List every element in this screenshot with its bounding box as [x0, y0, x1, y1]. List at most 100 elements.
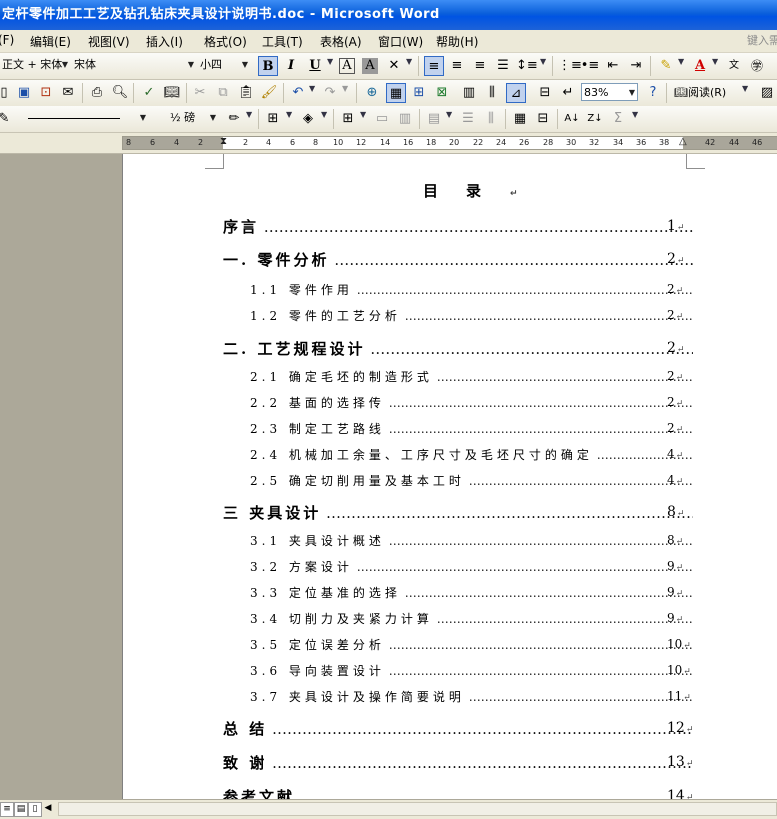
menu-table[interactable]: 表格(A) — [320, 33, 362, 50]
style-combo[interactable]: 正文 + 宋体 ▼ — [0, 56, 70, 74]
toc-entry[interactable]: 3.3 定位基准的选择 …………………………………………………………………………… — [250, 584, 693, 601]
toc-entry[interactable]: 1.1 零件作用 …………………………………………………………………………………… — [250, 281, 693, 298]
paragraph-mark-icon[interactable]: ↵ — [558, 83, 578, 103]
autosum-icon[interactable]: Σ — [608, 109, 628, 129]
permission-icon[interactable]: ⊡ — [36, 83, 56, 103]
align-right-icon[interactable]: ≡ — [470, 56, 490, 76]
draw-table-icon[interactable]: ✎ — [0, 109, 14, 129]
chevron-down-icon[interactable]: ▼ — [712, 57, 718, 66]
distributed-icon[interactable]: ☰ — [493, 56, 513, 76]
chevron-down-icon[interactable]: ▼ — [321, 110, 327, 119]
new-doc-icon[interactable]: ▯ — [0, 83, 14, 103]
chevron-down-icon[interactable]: ▼ — [678, 57, 684, 66]
asian-layout-icon[interactable]: ✕ — [384, 56, 404, 76]
chevron-down-icon[interactable]: ▼ — [342, 84, 348, 93]
menu-window[interactable]: 窗口(W) — [378, 33, 423, 50]
horizontal-scrollbar[interactable] — [58, 802, 777, 816]
font-combo[interactable]: 宋体 ▼ — [72, 56, 196, 74]
type-question-box[interactable]: 键入需 — [747, 32, 777, 48]
shading-color-icon[interactable]: ◈ — [298, 109, 318, 129]
toc-entry[interactable]: 2.3 制定工艺路线 ……………………………………………………………………………… — [250, 420, 693, 437]
save-icon[interactable]: ▣ — [14, 83, 34, 103]
chevron-down-icon[interactable]: ▼ — [632, 110, 638, 119]
line-weight-combo[interactable]: ½ 磅 ▼ — [168, 109, 218, 127]
toc-entry[interactable]: 致 谢 ………………………………………………………………………………………………… — [223, 752, 693, 773]
split-cells-icon[interactable]: ▥ — [395, 109, 415, 129]
toc-entry[interactable]: 3.5 定位误差分析 ……………………………………………………………………………… — [250, 636, 693, 653]
menu-file[interactable]: (F) — [0, 33, 14, 47]
menu-edit[interactable]: 编辑(E) — [30, 33, 71, 50]
chevron-down-icon[interactable]: ▼ — [246, 110, 252, 119]
border-color-icon[interactable]: ✏ — [224, 109, 244, 129]
italic-button[interactable]: I — [281, 56, 301, 76]
toc-entry[interactable]: 二. 工艺规程设计 ………………………………………………………………………………… — [223, 338, 693, 359]
toc-entry[interactable]: 3.1 夹具设计概述 ……………………………………………………………………………… — [250, 532, 693, 549]
paste-icon[interactable]: 📋︎ — [236, 83, 256, 103]
email-icon[interactable]: ✉ — [58, 83, 78, 103]
highlight-icon[interactable]: ✎ — [656, 56, 676, 76]
read-button[interactable]: 📖︎阅读(R) — [672, 83, 734, 103]
toc-entry[interactable]: 1.2 零件的工艺分析 …………………………………………………………………………… — [250, 307, 693, 324]
character-shading-icon[interactable]: A — [362, 58, 378, 74]
toc-entry[interactable]: 2.1 确定毛坯的制造形式 ……………………………………………………………………… — [250, 368, 693, 385]
chevron-down-icon[interactable]: ▼ — [327, 57, 333, 66]
indent-marker-icon[interactable]: ⧗ — [220, 136, 227, 148]
insert-table-icon[interactable]: ⊞ — [338, 109, 358, 129]
numbering-icon[interactable]: ⋮≡ — [558, 56, 582, 76]
web-view-icon[interactable]: ▤ — [14, 802, 28, 817]
toc-entry[interactable]: 2.2 基面的选择传 ……………………………………………………………………………… — [250, 394, 693, 411]
chevron-down-icon[interactable]: ▼ — [446, 110, 452, 119]
chevron-down-icon[interactable]: ▼ — [309, 84, 315, 93]
zoom-combo[interactable]: 83% ▼ — [581, 83, 638, 101]
toc-entry[interactable]: 3.6 导向装置设计 ……………………………………………………………………………… — [250, 662, 693, 679]
toc-entry[interactable]: 2.5 确定切削用量及基本工时 ………………………………………………………………… — [250, 472, 693, 489]
chevron-down-icon[interactable]: ▼ — [406, 57, 412, 66]
horizontal-ruler[interactable]: 8 6 4 2 ⧗ 2 4 6 8 10 12 14 16 18 20 22 2… — [0, 133, 777, 154]
enclose-characters-icon[interactable]: ㊫ — [747, 56, 767, 76]
decrease-indent-icon[interactable]: ⇤ — [603, 56, 623, 76]
scroll-left-icon[interactable]: ◀ — [42, 802, 54, 815]
toc-entry[interactable]: 3.2 方案设计 …………………………………………………………………………………… — [250, 558, 693, 575]
menu-insert[interactable]: 插入(I) — [146, 33, 183, 50]
bullets-icon[interactable]: •≡ — [580, 56, 600, 76]
align-cell-icon[interactable]: ▤ — [424, 109, 444, 129]
font-size-combo[interactable]: 小四 ▼ — [198, 56, 250, 74]
chevron-down-icon[interactable]: ▼ — [360, 110, 366, 119]
document-page[interactable]: 目录↵ 序言 ………………………………………………………………………………………… — [122, 154, 777, 806]
research-icon[interactable]: 📖︎ — [162, 83, 182, 103]
copy-icon[interactable]: ⧉ — [213, 83, 233, 103]
show-hide-icon[interactable]: ⊟ — [535, 83, 555, 103]
phonetic-guide-icon[interactable]: 文 — [724, 56, 744, 76]
outside-border-icon[interactable]: ⊞ — [263, 109, 283, 129]
autofit-icon[interactable]: ⊟ — [533, 109, 553, 129]
drawing-icon[interactable]: ⫼ — [482, 83, 502, 103]
increase-indent-icon[interactable]: ⇥ — [626, 56, 646, 76]
chevron-down-icon[interactable]: ▼ — [540, 57, 546, 66]
chevron-down-icon[interactable]: ▼ — [286, 110, 292, 119]
undo-icon[interactable]: ↶ — [288, 83, 308, 103]
toc-entry[interactable]: 序言 …………………………………………………………………………………………………… — [223, 216, 693, 237]
tables-borders-icon[interactable]: ▦ — [386, 83, 406, 103]
distribute-rows-icon[interactable]: ☰ — [458, 109, 478, 129]
redo-icon[interactable]: ↷ — [320, 83, 340, 103]
cut-icon[interactable]: ✂ — [190, 83, 210, 103]
align-center-icon[interactable]: ≡ — [447, 56, 467, 76]
document-map-icon[interactable]: ⊿ — [506, 83, 526, 103]
line-spacing-icon[interactable]: ↕≡ — [516, 56, 538, 76]
columns-icon[interactable]: ▥ — [459, 83, 479, 103]
toc-entry[interactable]: 3.4 切削力及夹紧力计算 ……………………………………………………………………… — [250, 610, 693, 627]
toc-entry[interactable]: 三 夹具设计 ………………………………………………………………………………………… — [223, 502, 693, 523]
sort-descending-icon[interactable]: Z↓ — [585, 109, 605, 129]
format-painter-icon[interactable]: 🖌︎ — [259, 83, 279, 103]
help-icon[interactable]: ? — [643, 83, 663, 103]
right-indent-marker-icon[interactable]: △ — [679, 136, 687, 148]
toc-entry[interactable]: 3.7 夹具设计及操作简要说明 ………………………………………………………………… — [250, 688, 693, 705]
insert-excel-icon[interactable]: ⊠ — [432, 83, 452, 103]
menu-view[interactable]: 视图(V) — [88, 33, 130, 50]
font-color-icon[interactable]: A — [690, 56, 710, 76]
toc-entry[interactable]: 总 结 ………………………………………………………………………………………………… — [223, 718, 693, 739]
spelling-icon[interactable]: ✓ — [139, 83, 159, 103]
merge-cells-icon[interactable]: ▭ — [372, 109, 392, 129]
menu-format[interactable]: 格式(O) — [204, 33, 247, 50]
print-icon[interactable]: ⎙ — [87, 83, 107, 103]
